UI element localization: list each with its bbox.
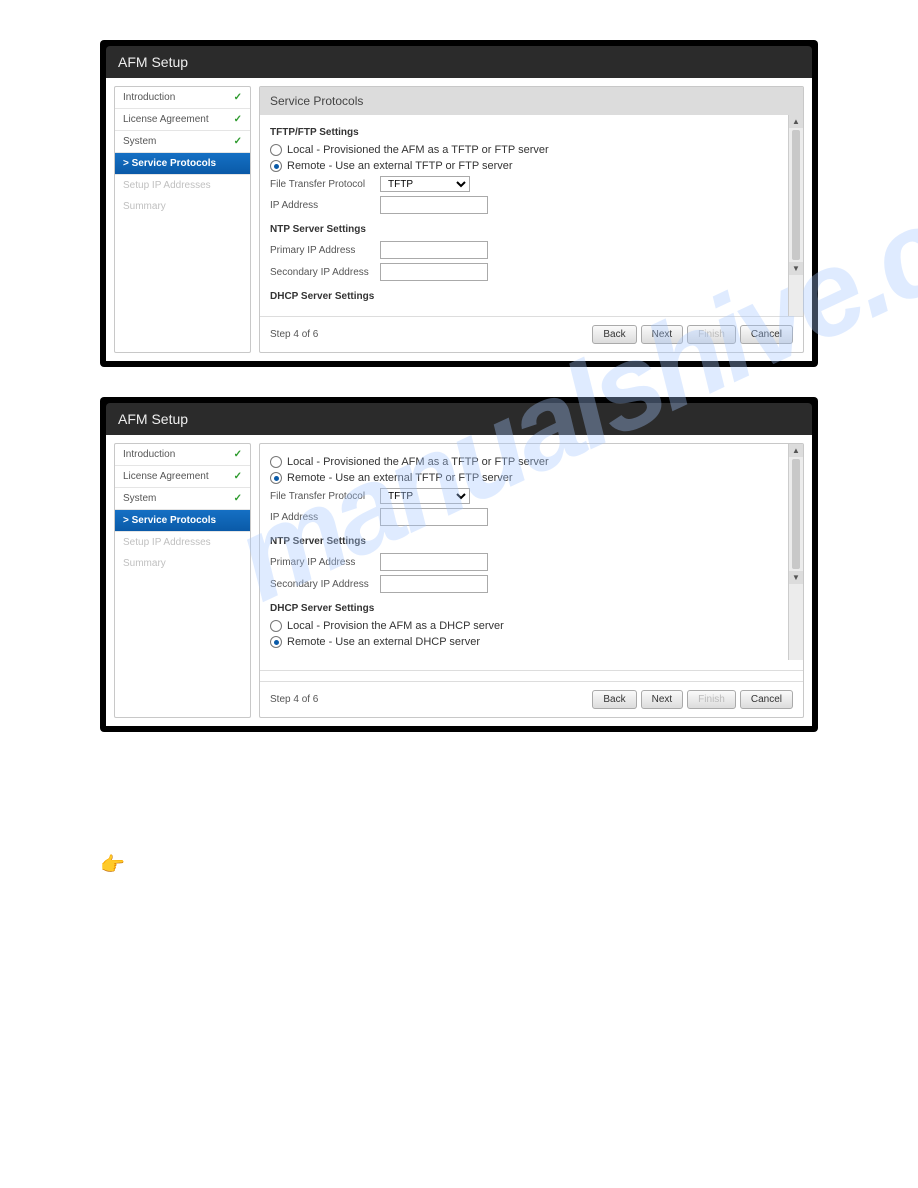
wizard-sidebar: Introduction✓ License Agreement✓ System✓… [114,86,251,353]
sidebar-item-system[interactable]: System✓ [115,488,250,510]
radio-remote[interactable]: Remote - Use an external TFTP or FTP ser… [270,472,778,484]
panel-title: Service Protocols [260,87,803,115]
radio-icon-selected [270,160,282,172]
ip-label: IP Address [270,200,380,211]
wizard-sidebar: Introduction✓ License Agreement✓ System✓… [114,443,251,718]
dhcp-section-header: DHCP Server Settings [270,603,778,614]
finish-button: Finish [687,690,736,709]
sidebar-item-setup-ip: Setup IP Addresses [115,175,250,196]
sidebar-item-introduction[interactable]: Introduction✓ [115,444,250,466]
scroll-down-icon[interactable]: ▼ [789,262,803,275]
back-button[interactable]: Back [592,690,636,709]
finish-button: Finish [687,325,736,344]
scroll-up-icon[interactable]: ▲ [789,444,803,457]
radio-local[interactable]: Local - Provisioned the AFM as a TFTP or… [270,456,778,468]
check-icon: ✓ [234,136,242,147]
sidebar-item-license[interactable]: License Agreement✓ [115,466,250,488]
ftp-select[interactable]: TFTP [380,488,470,504]
ftp-select[interactable]: TFTP [380,176,470,192]
sidebar-item-setup-ip: Setup IP Addresses [115,532,250,553]
sidebar-item-system[interactable]: System✓ [115,131,250,153]
tftp-section-header: TFTP/FTP Settings [270,127,778,138]
radio-remote[interactable]: Remote - Use an external TFTP or FTP ser… [270,160,778,172]
scrollbar[interactable]: ▲▼ [788,115,803,316]
secondary-ip-label: Secondary IP Address [270,579,380,590]
ip-input[interactable] [380,196,488,214]
next-button[interactable]: Next [641,325,684,344]
primary-ip-input[interactable] [380,553,488,571]
scroll-thumb[interactable] [792,130,800,260]
ntp-section-header: NTP Server Settings [270,536,778,547]
divider [260,670,803,671]
radio-icon [270,144,282,156]
step-label: Step 4 of 6 [270,694,588,705]
scroll-down-icon[interactable]: ▼ [789,571,803,584]
check-icon: ✓ [234,471,242,482]
secondary-ip-label: Secondary IP Address [270,267,380,278]
radio-local[interactable]: Local - Provisioned the AFM as a TFTP or… [270,144,778,156]
radio-icon-selected [270,636,282,648]
step-label: Step 4 of 6 [270,329,588,340]
sidebar-item-summary: Summary [115,553,250,574]
check-icon: ✓ [234,92,242,103]
dhcp-section-header: DHCP Server Settings [270,291,778,302]
secondary-ip-input[interactable] [380,263,488,281]
ntp-section-header: NTP Server Settings [270,224,778,235]
afm-setup-window-2: AFM Setup Introduction✓ License Agreemen… [100,397,818,732]
sidebar-item-summary: Summary [115,196,250,217]
radio-icon [270,620,282,632]
back-button[interactable]: Back [592,325,636,344]
window-title: AFM Setup [106,403,812,435]
primary-ip-input[interactable] [380,241,488,259]
radio-icon-selected [270,472,282,484]
primary-ip-label: Primary IP Address [270,245,380,256]
sidebar-item-service-protocols[interactable]: > Service Protocols [115,153,250,175]
primary-ip-label: Primary IP Address [270,557,380,568]
check-icon: ✓ [234,493,242,504]
window-title: AFM Setup [106,46,812,78]
radio-dhcp-remote[interactable]: Remote - Use an external DHCP server [270,636,778,648]
pointing-hand-icon: 👉 [100,854,125,876]
scroll-up-icon[interactable]: ▲ [789,115,803,128]
afm-setup-window-1: AFM Setup Introduction✓ License Agreemen… [100,40,818,367]
cancel-button[interactable]: Cancel [740,690,793,709]
secondary-ip-input[interactable] [380,575,488,593]
cancel-button[interactable]: Cancel [740,325,793,344]
radio-icon [270,456,282,468]
ftp-label: File Transfer Protocol [270,179,380,190]
check-icon: ✓ [234,114,242,125]
scroll-thumb[interactable] [792,459,800,569]
sidebar-item-service-protocols[interactable]: > Service Protocols [115,510,250,532]
check-icon: ✓ [234,449,242,460]
scrollbar[interactable]: ▲▼ [788,444,803,660]
sidebar-item-introduction[interactable]: Introduction✓ [115,87,250,109]
radio-dhcp-local[interactable]: Local - Provision the AFM as a DHCP serv… [270,620,778,632]
sidebar-item-license[interactable]: License Agreement✓ [115,109,250,131]
ip-label: IP Address [270,512,380,523]
next-button[interactable]: Next [641,690,684,709]
ftp-label: File Transfer Protocol [270,491,380,502]
ip-input[interactable] [380,508,488,526]
